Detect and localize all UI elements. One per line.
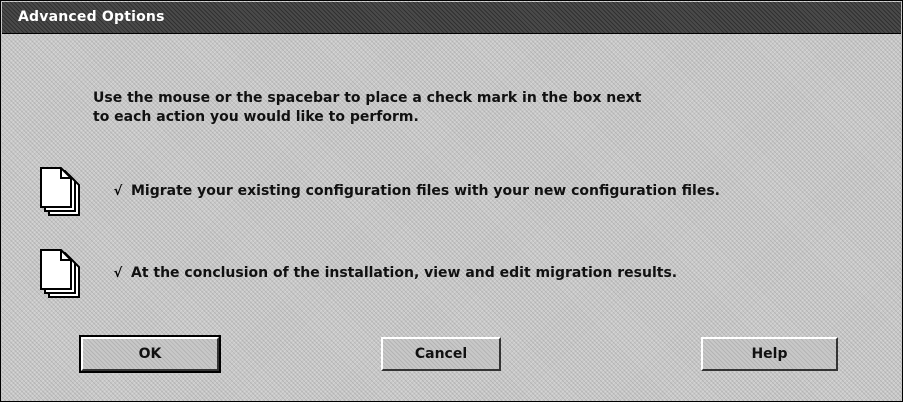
view-results-checkbox[interactable]: √ — [111, 267, 125, 281]
migrate-option-label[interactable]: Migrate your existing configuration file… — [131, 183, 720, 199]
cancel-button[interactable]: Cancel — [381, 337, 501, 371]
migrate-checkbox[interactable]: √ — [111, 185, 125, 199]
advanced-options-dialog: Advanced Options Use the mouse or the sp… — [0, 0, 903, 402]
instructions-text: Use the mouse or the spacebar to place a… — [93, 89, 853, 127]
help-button[interactable]: Help — [701, 337, 838, 371]
document-icon — [39, 167, 83, 217]
window-title: Advanced Options — [18, 9, 165, 25]
view-results-option-label[interactable]: At the conclusion of the installation, v… — [131, 265, 677, 281]
ok-button[interactable]: OK — [79, 335, 221, 373]
instructions-line-1: Use the mouse or the spacebar to place a… — [93, 90, 642, 106]
option-row-view-results: √ At the conclusion of the installation,… — [39, 249, 899, 299]
option-row-migrate: √ Migrate your existing configuration fi… — [39, 167, 899, 217]
instructions-line-2: to each action you would like to perform… — [93, 109, 419, 125]
title-bar[interactable]: Advanced Options — [2, 2, 901, 34]
document-icon — [39, 249, 83, 299]
